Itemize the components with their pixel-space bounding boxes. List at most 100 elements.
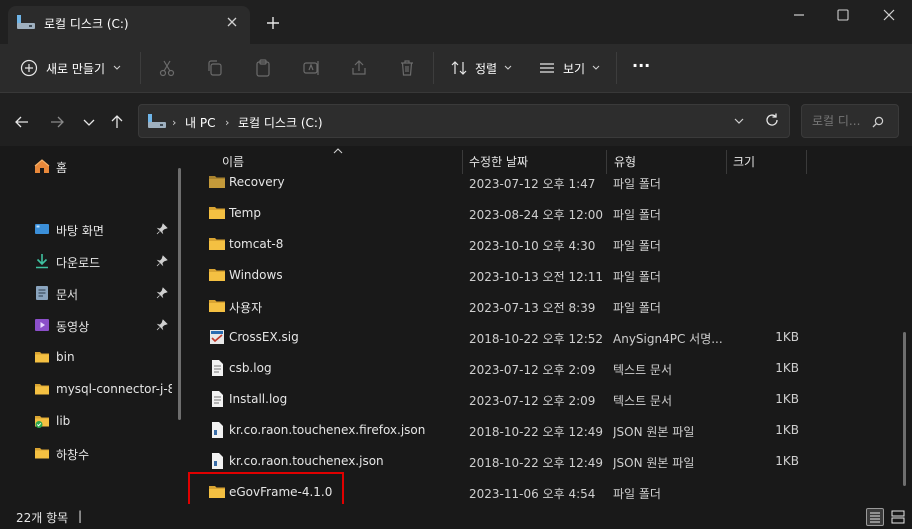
status-separator: | — [78, 509, 83, 523]
sidebar-item-hachangsu[interactable]: 하창수 — [0, 439, 180, 467]
file-row-temp[interactable]: Temp 2023-08-24 오후 12:00 파일 폴더 — [200, 198, 896, 228]
sidebar-item-label: 문서 — [56, 288, 79, 302]
toolbar-separator — [433, 52, 434, 84]
chevron-down-icon — [592, 65, 600, 71]
file-list-scrollbar[interactable] — [903, 332, 906, 486]
folder-icon — [34, 445, 50, 461]
new-button-label: 새로 만들기 — [46, 61, 106, 76]
new-button[interactable]: 새로 만들기 — [20, 58, 121, 78]
address-bar[interactable] — [138, 104, 790, 138]
file-type: 파일 폴더 — [613, 177, 661, 191]
file-type: AnySign4PC 서명... — [613, 332, 723, 346]
breadcrumb-chevron-icon[interactable]: › — [225, 116, 229, 129]
tab-title: 로컬 디스크 (C:) — [44, 17, 129, 31]
sidebar-item-home[interactable]: 홈 — [0, 152, 180, 180]
file-date: 2023-10-13 오전 12:11 — [469, 270, 604, 284]
sidebar-item-bin[interactable]: bin — [0, 343, 180, 371]
toolbar-separator — [616, 52, 617, 84]
sidebar-item-mysql-connector[interactable]: mysql-connector-j-8. — [0, 375, 180, 403]
view-list-icon — [538, 59, 556, 77]
back-arrow-icon[interactable] — [13, 113, 31, 131]
search-icon[interactable] — [872, 116, 884, 128]
file-row-install-log[interactable]: Install.log 2023-07-12 오후 2:09 텍스트 문서 1K… — [200, 384, 896, 414]
sidebar-scrollbar[interactable] — [178, 168, 181, 420]
sidebar-item-documents[interactable]: 문서 — [0, 279, 180, 307]
desktop-icon — [34, 221, 50, 237]
signature-file-icon — [208, 328, 226, 346]
file-type: 텍스트 문서 — [613, 394, 673, 408]
sort-label: 정렬 — [475, 61, 498, 76]
sort-button[interactable]: 정렬 — [450, 58, 512, 78]
sidebar-item-videos[interactable]: 동영상 — [0, 311, 180, 339]
close-icon[interactable] — [882, 8, 896, 22]
file-row-touchenex-firefox-json[interactable]: kr.co.raon.touchenex.firefox.json 2018-1… — [200, 415, 896, 445]
folder-check-icon — [34, 413, 50, 429]
rename-icon[interactable] — [301, 58, 321, 78]
pin-icon[interactable] — [156, 287, 168, 299]
chevron-down-icon — [113, 65, 121, 71]
maximize-icon[interactable] — [836, 8, 850, 22]
sort-ascending-icon — [333, 147, 343, 155]
file-name: csb.log — [229, 361, 272, 375]
file-row-crossex-sig[interactable]: CrossEX.sig 2018-10-22 오후 12:52 AnySign4… — [200, 322, 896, 352]
more-options-button[interactable]: ··· — [632, 56, 650, 75]
sidebar-item-label: 바탕 화면 — [56, 224, 104, 238]
breadcrumb-chevron-icon[interactable]: › — [172, 116, 176, 129]
folder-icon — [208, 235, 226, 253]
address-dropdown-icon[interactable] — [732, 114, 746, 128]
breadcrumb-this-pc[interactable]: 내 PC — [185, 114, 215, 131]
status-bar — [0, 504, 912, 529]
tab-close-icon[interactable] — [224, 14, 240, 30]
file-name: 사용자 — [229, 301, 263, 315]
new-tab-icon[interactable] — [264, 14, 282, 32]
sidebar-item-label: mysql-connector-j-8. — [56, 382, 172, 396]
sidebar-item-desktop[interactable]: 바탕 화면 — [0, 215, 180, 243]
details-view-icon[interactable] — [866, 508, 884, 526]
file-type: 파일 폴더 — [613, 208, 661, 222]
file-name: kr.co.raon.touchenex.firefox.json — [229, 423, 426, 437]
pin-icon[interactable] — [156, 319, 168, 331]
recent-locations-icon[interactable] — [80, 113, 98, 131]
sidebar-item-label: 다운로드 — [56, 256, 101, 270]
file-date: 2018-10-22 오후 12:49 — [469, 425, 604, 439]
up-arrow-icon[interactable] — [108, 113, 126, 131]
sidebar-item-downloads[interactable]: 다운로드 — [0, 247, 180, 275]
delete-icon[interactable] — [397, 58, 417, 78]
file-name: tomcat-8 — [229, 237, 284, 251]
cut-icon[interactable] — [157, 58, 177, 78]
copy-icon[interactable] — [205, 58, 225, 78]
forward-arrow-icon[interactable] — [48, 113, 66, 131]
document-icon — [34, 285, 50, 301]
file-type: 텍스트 문서 — [613, 363, 673, 377]
file-date: 2023-07-13 오전 8:39 — [469, 301, 596, 315]
search-input[interactable] — [801, 104, 899, 138]
file-type: JSON 원본 파일 — [613, 456, 695, 470]
file-row-users[interactable]: 사용자 2023-07-13 오전 8:39 파일 폴더 — [200, 291, 896, 321]
folder-icon — [208, 173, 226, 191]
share-icon[interactable] — [349, 58, 369, 78]
sidebar-item-label: 동영상 — [56, 320, 90, 334]
file-date: 2023-08-24 오후 12:00 — [469, 208, 604, 222]
paste-icon[interactable] — [253, 58, 273, 78]
file-row-tomcat[interactable]: tomcat-8 2023-10-10 오후 4:30 파일 폴더 — [200, 229, 896, 259]
tiles-view-icon[interactable] — [889, 508, 907, 526]
plus-circle-icon — [20, 59, 38, 77]
file-type: 파일 폴더 — [613, 239, 661, 253]
file-size: 1KB — [775, 392, 799, 406]
minimize-icon[interactable] — [792, 8, 806, 22]
file-name: Install.log — [229, 392, 288, 406]
file-row-csb-log[interactable]: csb.log 2023-07-12 오후 2:09 텍스트 문서 1KB — [200, 353, 896, 383]
sidebar-item-lib[interactable]: lib — [0, 407, 180, 435]
file-name: CrossEX.sig — [229, 330, 299, 344]
pin-icon[interactable] — [156, 255, 168, 267]
folder-icon — [208, 204, 226, 222]
file-row-recovery[interactable]: Recovery 2023-07-12 오후 1:47 파일 폴더 — [200, 167, 896, 197]
file-type: JSON 원본 파일 — [613, 425, 695, 439]
view-button[interactable]: 보기 — [538, 58, 600, 78]
sidebar-item-label: 하창수 — [56, 448, 90, 462]
file-row-windows[interactable]: Windows 2023-10-13 오전 12:11 파일 폴더 — [200, 260, 896, 290]
breadcrumb-local-disk[interactable]: 로컬 디스크 (C:) — [238, 114, 323, 131]
pin-icon[interactable] — [156, 223, 168, 235]
file-date: 2023-07-12 오후 2:09 — [469, 394, 596, 408]
refresh-icon[interactable] — [764, 112, 780, 128]
